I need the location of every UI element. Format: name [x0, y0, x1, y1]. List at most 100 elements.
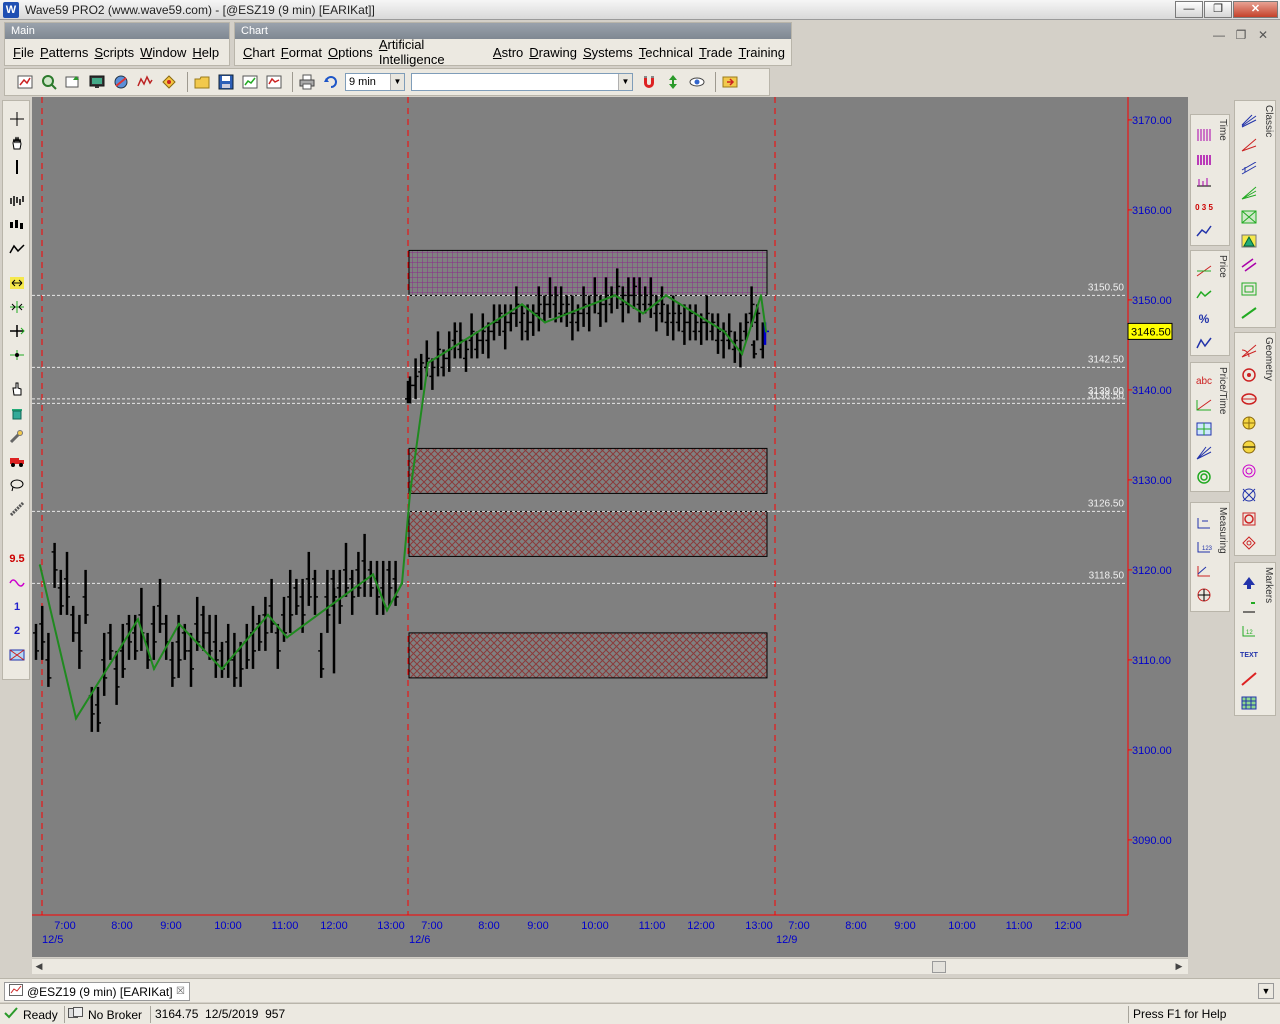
chart-layout-icon[interactable]	[264, 72, 284, 92]
square-circle-icon[interactable]	[1239, 509, 1259, 529]
scroll-right-arrow[interactable]: ▶	[1172, 959, 1186, 974]
regression-channel-icon[interactable]	[1239, 159, 1259, 179]
time-cycles-icon[interactable]	[1194, 149, 1214, 169]
monitor-icon[interactable]	[87, 72, 107, 92]
trash-icon[interactable]	[6, 403, 28, 423]
compress-horizontal-icon[interactable]	[6, 297, 28, 317]
chart-menu-systems[interactable]: Systems	[583, 45, 633, 60]
text-marker-icon[interactable]: TEXT	[1239, 645, 1259, 665]
tab-close-icon[interactable]: ☒	[176, 986, 185, 997]
wave-12-label-icon[interactable]: 12	[1239, 621, 1259, 641]
price-chart[interactable]: 3150.503142.503139.003138.503126.503118.…	[32, 97, 1188, 957]
half-circle-icon[interactable]	[1239, 437, 1259, 457]
crosshair-icon[interactable]	[6, 109, 28, 129]
square-of-nine-icon[interactable]	[1239, 279, 1259, 299]
globe-tools-icon[interactable]	[111, 72, 131, 92]
diamond-icon[interactable]	[1239, 533, 1259, 553]
hand-icon[interactable]	[6, 133, 28, 153]
interval-combo[interactable]: 9 min ▼	[345, 73, 405, 91]
grid-marker-icon[interactable]	[1239, 693, 1259, 713]
measure-123-icon[interactable]: 123	[1194, 537, 1214, 557]
shrink-icon[interactable]	[6, 345, 28, 365]
chart-menu-technical[interactable]: Technical	[639, 45, 693, 60]
cycle-wave-icon[interactable]	[6, 573, 28, 593]
chart-menu-options[interactable]: Options	[328, 45, 373, 60]
main-menu-scripts[interactable]: Scripts	[94, 45, 134, 60]
speed-lines-icon[interactable]	[1239, 135, 1259, 155]
print-icon[interactable]	[297, 72, 317, 92]
ellipse-icon[interactable]	[1239, 389, 1259, 409]
pattern-grid-icon[interactable]	[6, 645, 28, 665]
chart-area[interactable]: 3150.50 3142.50 3139.00 3138.50 3126.50 3118.…	[32, 97, 1188, 957]
scroll-thumb[interactable]	[932, 961, 946, 973]
fan-lines-icon[interactable]	[1239, 183, 1259, 203]
triangle-pattern-icon[interactable]	[1239, 231, 1259, 251]
pointer-hand-icon[interactable]	[6, 379, 28, 399]
mdi-minimize-button[interactable]: —	[1208, 28, 1230, 42]
main-menu-window[interactable]: Window	[140, 45, 186, 60]
vertical-line-icon[interactable]	[6, 157, 28, 177]
measure-ratio-icon[interactable]	[1194, 561, 1214, 581]
mdi-restore-button[interactable]: ❐	[1230, 28, 1252, 42]
pencil-ruler-icon[interactable]	[6, 499, 28, 519]
time-projection-icon[interactable]	[1194, 173, 1214, 193]
symbol-dropdown-arrow[interactable]: ▼	[618, 74, 632, 90]
up-down-arrows-icon[interactable]	[663, 72, 683, 92]
wave-label-1-icon[interactable]: 1	[6, 597, 28, 617]
fib-time-icon[interactable]: 0 3 5	[1194, 197, 1214, 217]
horizontal-scrollbar[interactable]: ◀ ▶	[32, 958, 1188, 974]
chart-menu-training[interactable]: Training	[739, 45, 786, 60]
refresh-data-icon[interactable]	[63, 72, 83, 92]
scanner-icon[interactable]	[159, 72, 179, 92]
gann-box-icon[interactable]	[1239, 207, 1259, 227]
restore-button[interactable]: ❐	[1204, 1, 1232, 18]
close-button[interactable]: ✕	[1233, 1, 1278, 18]
gann-fan-icon[interactable]	[1194, 443, 1214, 463]
price-line-icon[interactable]	[1194, 261, 1214, 281]
scroll-left-arrow[interactable]: ◀	[32, 959, 46, 974]
chart-menu-drawing[interactable]: Drawing	[529, 45, 577, 60]
main-menu-help[interactable]: Help	[192, 45, 219, 60]
interval-dropdown-arrow[interactable]: ▼	[390, 74, 404, 90]
concentric-circles-icon[interactable]	[1239, 461, 1259, 481]
wave-label-2-icon[interactable]: 2	[6, 621, 28, 641]
box-grid-icon[interactable]	[1194, 419, 1214, 439]
chart-menu-format[interactable]: Format	[281, 45, 322, 60]
sun-circle-icon[interactable]	[1239, 413, 1259, 433]
main-menu-file[interactable]: File	[13, 45, 34, 60]
chart-menu-trade[interactable]: Trade	[699, 45, 733, 60]
time-bars-icon[interactable]	[1194, 125, 1214, 145]
trend-line-green-icon[interactable]	[1239, 303, 1259, 323]
chart-menu-astro[interactable]: Astro	[493, 45, 523, 60]
bar-chart-icon[interactable]	[6, 191, 28, 211]
wave-count-95-icon[interactable]: 9.5	[6, 549, 28, 569]
open-folder-icon[interactable]	[192, 72, 212, 92]
target-icon[interactable]	[1194, 585, 1214, 605]
andrews-pitchfork-icon[interactable]	[1239, 111, 1259, 131]
tools-wrench-icon[interactable]	[6, 427, 28, 447]
spiral-icon[interactable]	[1194, 467, 1214, 487]
export-icon[interactable]	[720, 72, 740, 92]
price-time-square-icon[interactable]	[1194, 395, 1214, 415]
minimize-button[interactable]: —	[1175, 1, 1203, 18]
chart-menu-chart[interactable]: Chart	[243, 45, 275, 60]
price-projection-icon[interactable]	[1194, 333, 1214, 353]
chart-menu-artificial-intelligence[interactable]: Artificial Intelligence	[379, 37, 487, 67]
wave-chart-icon[interactable]	[135, 72, 155, 92]
symbol-combo[interactable]: ▼	[411, 73, 633, 91]
find-symbol-icon[interactable]	[39, 72, 59, 92]
magnet-icon[interactable]	[639, 72, 659, 92]
save-icon[interactable]	[216, 72, 236, 92]
move-left-right-icon[interactable]	[6, 321, 28, 341]
arc-fan-icon[interactable]	[1239, 341, 1259, 361]
abc-label-icon[interactable]: abc	[1194, 371, 1214, 391]
truck-icon[interactable]	[6, 451, 28, 471]
compass-rose-icon[interactable]	[1239, 485, 1259, 505]
lasso-icon[interactable]	[6, 475, 28, 495]
price-wave-icon[interactable]	[1194, 285, 1214, 305]
percent-retrace-icon[interactable]: %	[1194, 309, 1214, 329]
price-label-icon[interactable]	[1239, 597, 1259, 617]
eye-icon[interactable]	[687, 72, 707, 92]
reload-icon[interactable]	[321, 72, 341, 92]
measure-vertical-icon[interactable]	[1194, 513, 1214, 533]
